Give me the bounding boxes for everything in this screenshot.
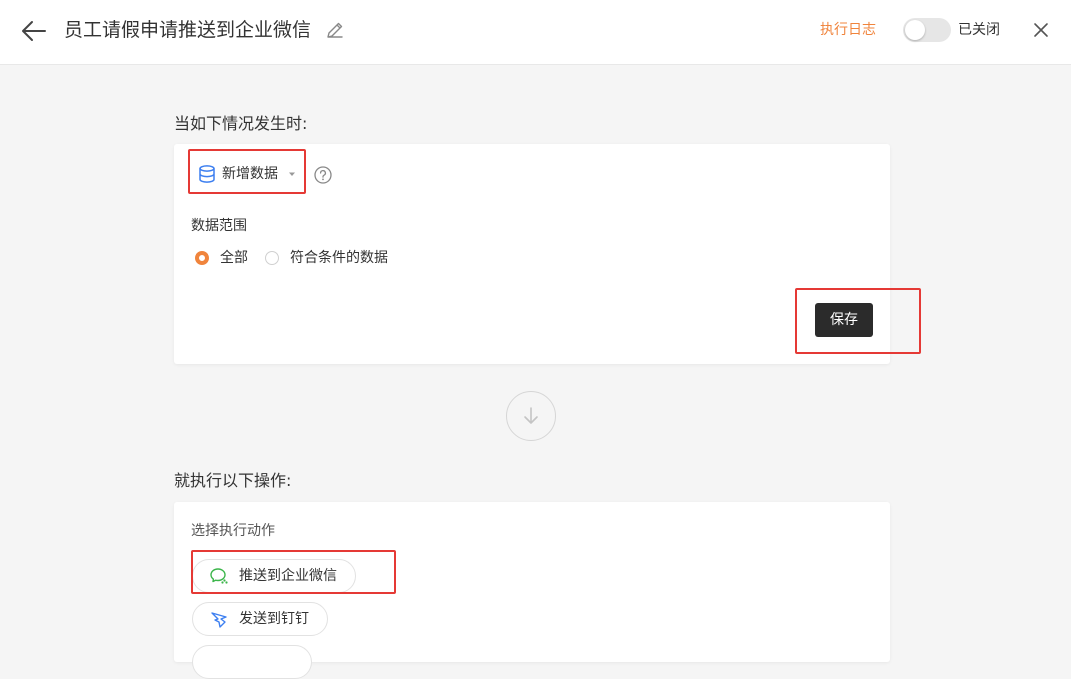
back-arrow-icon[interactable] [20,18,48,44]
radio-all-label: 全部 [220,250,248,266]
push-to-wecom-button[interactable]: 推送到企业微信 [192,559,356,593]
close-icon[interactable] [1030,19,1052,41]
execution-log-link[interactable]: 执行日志 [820,20,876,40]
flow-arrow-down-icon [506,391,556,441]
top-bar: 员工请假申请推送到企业微信 执行日志 已关闭 [0,0,1071,65]
push-to-wecom-label: 推送到企业微信 [239,568,337,584]
edit-pencil-icon[interactable] [325,20,345,40]
radio-unchecked-indicator [265,251,279,265]
action-section-title: 就执行以下操作: [174,471,292,490]
caret-down-icon [289,172,295,176]
dingtalk-icon [211,612,227,628]
send-to-dingtalk-button[interactable]: 发送到钉钉 [192,602,328,636]
help-icon[interactable] [313,165,333,185]
data-range-label: 数据范围 [191,218,247,234]
trigger-section-title: 当如下情况发生时: [174,114,308,133]
save-button[interactable]: 保存 [815,303,873,337]
wecom-icon [210,568,228,584]
action-option-partial[interactable] [192,645,312,679]
enable-toggle[interactable] [903,18,951,42]
toggle-knob [905,20,925,40]
radio-all[interactable]: 全部 [195,248,248,268]
radio-matching-data-label: 符合条件的数据 [290,250,388,266]
action-card: 选择执行动作 推送到企业微信 发送到钉钉 [174,502,890,679]
trigger-event-select[interactable]: 新增数据 [197,163,296,185]
select-action-label: 选择执行动作 [191,523,275,539]
page-title: 员工请假申请推送到企业微信 [64,19,312,41]
data-range-radio-group: 全部 符合条件的数据 [195,248,404,268]
trigger-card: 新增数据 数据范围 全部 符合条件的数据 保存 [174,144,890,364]
send-to-dingtalk-label: 发送到钉钉 [239,611,309,627]
radio-matching-data[interactable]: 符合条件的数据 [265,248,388,268]
toggle-status-label: 已关闭 [958,22,1000,38]
radio-checked-indicator [195,251,209,265]
database-icon [199,165,215,183]
trigger-event-label: 新增数据 [222,166,278,182]
